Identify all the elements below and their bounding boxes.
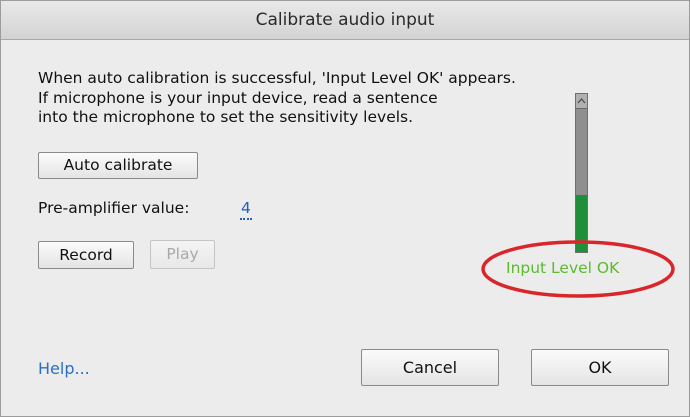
record-button[interactable]: Record [38, 241, 134, 269]
chevron-up-icon [577, 98, 586, 104]
meter-level-fill [576, 195, 587, 252]
preamp-value-field[interactable]: 4 [240, 198, 252, 220]
help-link[interactable]: Help... [38, 359, 90, 379]
cancel-button[interactable]: Cancel [361, 349, 499, 386]
ok-button[interactable]: OK [531, 349, 669, 386]
instructions-line: When auto calibration is successful, 'In… [38, 69, 516, 87]
input-level-status: Input Level OK [506, 259, 620, 277]
play-button: Play [150, 240, 215, 269]
meter-peak-cap [576, 94, 587, 109]
input-level-meter [575, 93, 588, 253]
instructions-text: When auto calibration is successful, 'In… [38, 69, 516, 128]
calibrate-audio-dialog: Calibrate audio input When auto calibrat… [0, 0, 690, 417]
preamp-label: Pre-amplifier value: [38, 199, 190, 217]
instructions-line: If microphone is your input device, read… [38, 88, 438, 107]
window-title: Calibrate audio input [1, 1, 689, 40]
instructions-line: into the microphone to set the sensitivi… [38, 108, 414, 126]
auto-calibrate-button[interactable]: Auto calibrate [38, 152, 198, 179]
